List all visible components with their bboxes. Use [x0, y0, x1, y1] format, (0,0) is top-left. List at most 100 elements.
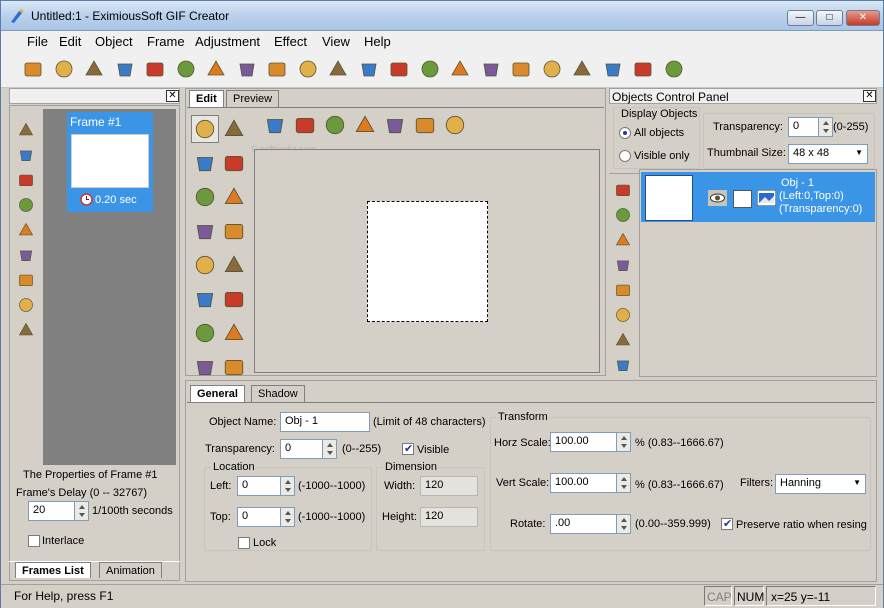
- tab-edit[interactable]: Edit: [189, 90, 224, 107]
- ellipse-icon[interactable]: [191, 353, 219, 381]
- add-frame-icon[interactable]: [15, 119, 37, 141]
- zoom-icon[interactable]: [191, 149, 219, 177]
- frame-delay-spinner[interactable]: [74, 501, 89, 521]
- tag-icon[interactable]: [387, 58, 411, 80]
- visible-only-radio[interactable]: [619, 150, 631, 162]
- close-objects-panel-icon[interactable]: ✕: [863, 90, 876, 102]
- circle-icon[interactable]: [540, 58, 564, 80]
- left-input[interactable]: 0: [237, 476, 281, 496]
- phone-icon[interactable]: [601, 58, 625, 80]
- edit-frame-icon[interactable]: [15, 144, 37, 166]
- film-icon[interactable]: [113, 58, 137, 80]
- menu-object[interactable]: Object: [95, 34, 133, 49]
- rotate-spinner[interactable]: [616, 514, 631, 534]
- delete-object-icon[interactable]: [612, 229, 634, 251]
- menu-effect[interactable]: Effect: [274, 34, 307, 49]
- top-spinner[interactable]: [280, 507, 295, 527]
- minimize-button[interactable]: —: [787, 10, 814, 26]
- vert-scale-spinner[interactable]: [616, 473, 631, 493]
- cut-icon[interactable]: [265, 58, 289, 80]
- line-icon[interactable]: [220, 251, 248, 279]
- close-frames-panel-icon[interactable]: ✕: [166, 90, 179, 102]
- preserve-ratio-checkbox[interactable]: [721, 517, 733, 530]
- delete-icon[interactable]: [357, 58, 381, 80]
- menu-adjustment[interactable]: Adjustment: [195, 34, 260, 49]
- film-icon[interactable]: [15, 244, 37, 266]
- obj-transparency-input[interactable]: 0: [788, 117, 819, 137]
- wand-icon[interactable]: [448, 58, 472, 80]
- node-select-icon[interactable]: [220, 115, 248, 143]
- obj-transparency-spinner[interactable]: [818, 117, 833, 137]
- tab-preview[interactable]: Preview: [226, 90, 280, 107]
- brush-icon[interactable]: [220, 285, 248, 313]
- canvas-area[interactable]: [254, 149, 600, 373]
- visible-checkbox[interactable]: [402, 442, 414, 455]
- vert-scale-input[interactable]: 100.00: [550, 473, 617, 493]
- cut-object-icon[interactable]: [612, 254, 634, 276]
- title-bar[interactable]: Untitled:1 - EximiousSoft GIF Creator — …: [1, 1, 883, 31]
- lock-toggle[interactable]: [733, 190, 752, 208]
- cube-icon[interactable]: [631, 58, 655, 80]
- shape-icon[interactable]: [191, 251, 219, 279]
- object-row[interactable]: Obj - 1 (Left:0,Top:0) (Transparency:0): [641, 172, 875, 222]
- polygon-icon[interactable]: [220, 353, 248, 381]
- paste-icon[interactable]: [326, 58, 350, 80]
- text-icon[interactable]: [220, 217, 248, 245]
- rotate-input[interactable]: .00: [550, 514, 617, 534]
- print-icon[interactable]: [174, 58, 198, 80]
- brush-icon[interactable]: [509, 58, 533, 80]
- align-bottom-icon[interactable]: [351, 111, 379, 139]
- avi-icon[interactable]: [82, 58, 106, 80]
- tab-shadow[interactable]: Shadow: [251, 385, 305, 402]
- node-edit-icon[interactable]: [220, 149, 248, 177]
- image-icon[interactable]: [191, 217, 219, 245]
- align-right-icon[interactable]: [291, 111, 319, 139]
- undo-icon[interactable]: [204, 58, 228, 80]
- film-icon[interactable]: [15, 294, 37, 316]
- canvas-object[interactable]: [367, 201, 488, 322]
- copy-object-icon[interactable]: [612, 204, 634, 226]
- top-input[interactable]: 0: [237, 507, 281, 527]
- film-icon[interactable]: [15, 319, 37, 341]
- interlace-checkbox[interactable]: [28, 535, 40, 547]
- horz-scale-spinner[interactable]: [616, 432, 631, 452]
- person-icon[interactable]: [570, 58, 594, 80]
- menu-help[interactable]: Help: [364, 34, 391, 49]
- align-left-icon[interactable]: [261, 111, 289, 139]
- tab-frames-list[interactable]: Frames List: [15, 562, 91, 578]
- send-back-icon[interactable]: [612, 304, 634, 326]
- copy-icon[interactable]: [296, 58, 320, 80]
- redo-icon[interactable]: [235, 58, 259, 80]
- menu-edit[interactable]: Edit: [59, 34, 81, 49]
- ungroup-icon[interactable]: [612, 354, 634, 376]
- arrow-icon[interactable]: [662, 58, 686, 80]
- frame-thumb-1[interactable]: Frame #1 0.20 sec: [67, 112, 153, 212]
- align-center-icon[interactable]: [441, 111, 469, 139]
- eye-icon[interactable]: [708, 190, 727, 206]
- tab-animation[interactable]: Animation: [99, 562, 162, 578]
- lock-checkbox[interactable]: [238, 537, 250, 549]
- align-top-icon[interactable]: [321, 111, 349, 139]
- thumb-size-select[interactable]: 48 x 48 ▼: [788, 144, 868, 164]
- filters-select[interactable]: Hanning ▼: [775, 474, 866, 494]
- align-hcenter-icon[interactable]: [381, 111, 409, 139]
- transparency-spinner[interactable]: [322, 439, 337, 459]
- film-icon[interactable]: [15, 219, 37, 241]
- horz-scale-input[interactable]: 100.00: [550, 432, 617, 452]
- delete-frame-icon[interactable]: [15, 194, 37, 216]
- left-spinner[interactable]: [280, 476, 295, 496]
- film-strip-icon[interactable]: [143, 58, 167, 80]
- sparkle-icon[interactable]: [191, 183, 219, 211]
- align-vcenter-icon[interactable]: [411, 111, 439, 139]
- bring-front-icon[interactable]: [612, 279, 634, 301]
- frame-delay-input[interactable]: 20: [28, 501, 75, 521]
- menu-file[interactable]: File: [27, 34, 48, 49]
- tab-general[interactable]: General: [190, 385, 245, 402]
- new-object-icon[interactable]: [612, 179, 634, 201]
- new-icon[interactable]: [21, 58, 45, 80]
- all-objects-radio[interactable]: [619, 127, 631, 139]
- rectangle-icon[interactable]: [220, 319, 248, 347]
- maximize-button[interactable]: □: [816, 10, 843, 26]
- pencil-icon[interactable]: [191, 285, 219, 313]
- eraser-icon[interactable]: [191, 319, 219, 347]
